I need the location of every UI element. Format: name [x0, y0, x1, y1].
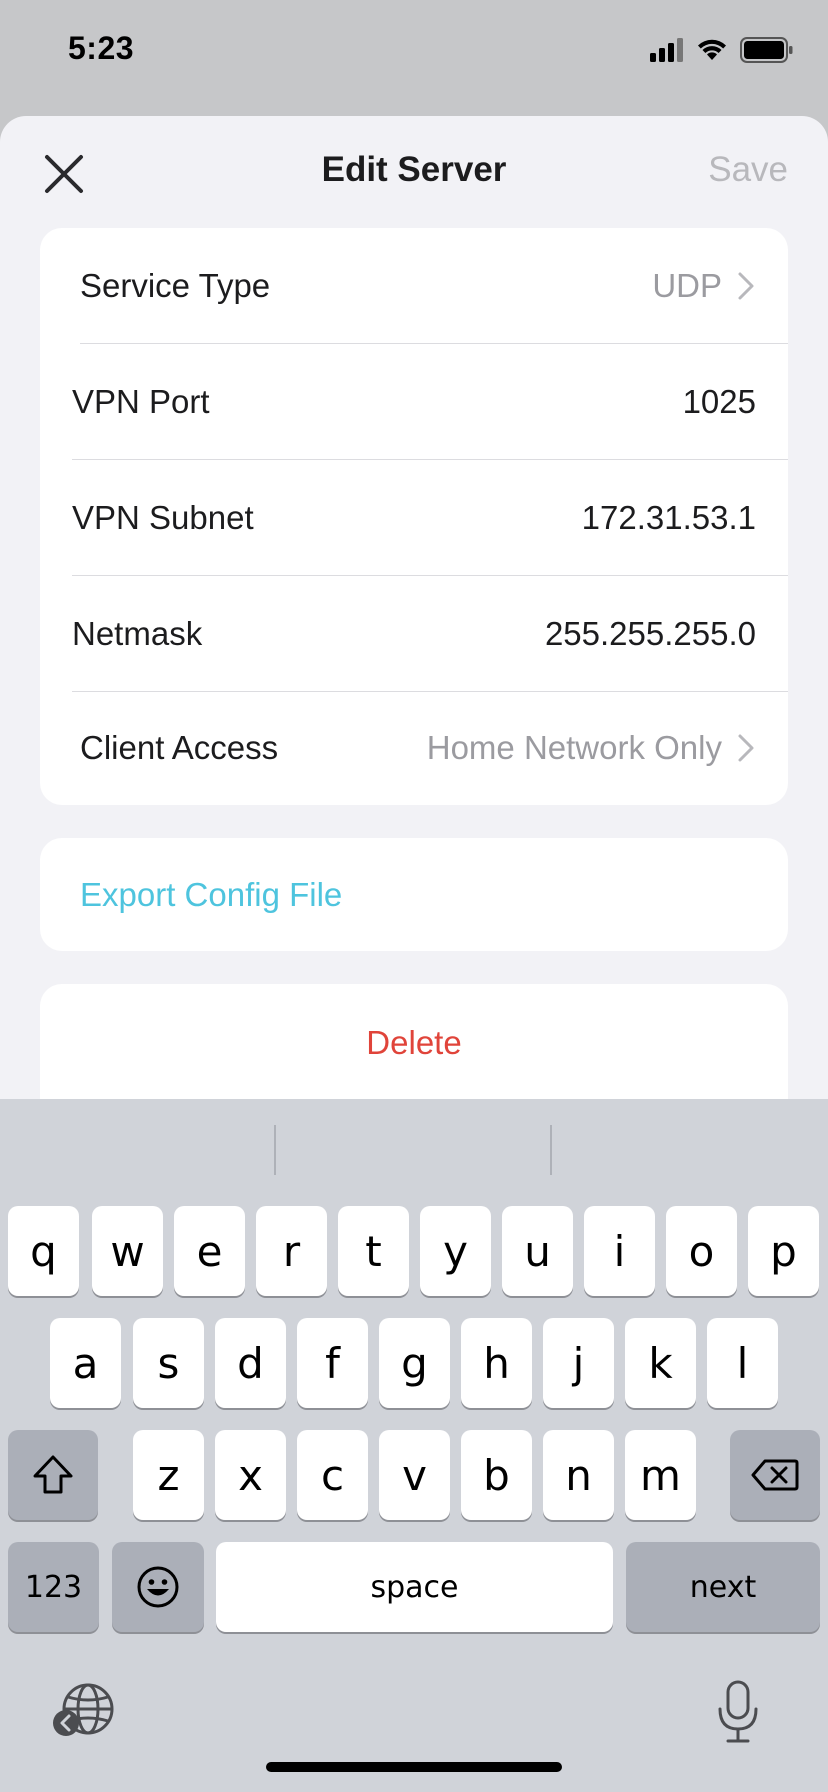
netmask-value[interactable]: 255.255.255.0	[545, 615, 756, 653]
netmask-label: Netmask	[72, 614, 203, 652]
shift-key[interactable]	[8, 1430, 98, 1520]
netmask-row[interactable]: Netmask 255.255.255.0	[40, 576, 788, 691]
key-c[interactable]: c	[297, 1430, 368, 1520]
vpn-port-label: VPN Port	[72, 382, 210, 420]
key-x[interactable]: x	[215, 1430, 286, 1520]
key-u[interactable]: u	[502, 1206, 573, 1296]
microphone-icon	[718, 1680, 758, 1743]
suggestion-divider	[550, 1125, 552, 1175]
delete-button[interactable]: Delete	[40, 984, 788, 1116]
client-access-label: Client Access	[80, 728, 279, 766]
key-t[interactable]: t	[338, 1206, 409, 1296]
service-type-label: Service Type	[80, 266, 271, 304]
key-y[interactable]: y	[420, 1206, 491, 1296]
next-key[interactable]: next	[626, 1542, 820, 1632]
suggestion-divider	[274, 1125, 276, 1175]
save-button[interactable]: Save	[708, 150, 788, 190]
key-k[interactable]: k	[625, 1318, 696, 1408]
vpn-subnet-label: VPN Subnet	[72, 498, 254, 536]
key-j[interactable]: j	[543, 1318, 614, 1408]
server-settings-card: Service Type UDP VPN Port 1025 VPN Subne…	[40, 228, 788, 805]
key-h[interactable]: h	[461, 1318, 532, 1408]
key-d[interactable]: d	[215, 1318, 286, 1408]
emoji-icon	[137, 1566, 179, 1608]
key-n[interactable]: n	[543, 1430, 614, 1520]
vpn-port-row[interactable]: VPN Port 1025	[40, 344, 788, 459]
delete-icon	[751, 1459, 799, 1491]
key-f[interactable]: f	[297, 1318, 368, 1408]
key-e[interactable]: e	[174, 1206, 245, 1296]
key-o[interactable]: o	[666, 1206, 737, 1296]
key-v[interactable]: v	[379, 1430, 450, 1520]
space-key[interactable]: space	[216, 1542, 613, 1632]
status-time: 5:23	[68, 30, 135, 66]
key-r[interactable]: r	[256, 1206, 327, 1296]
emoji-key[interactable]	[112, 1542, 204, 1632]
edit-server-sheet: Edit Server Save Service Type UDP VPN Po…	[0, 116, 828, 1116]
wifi-icon	[698, 39, 726, 60]
key-a[interactable]: a	[50, 1318, 121, 1408]
delete-label: Delete	[366, 1024, 462, 1061]
home-indicator[interactable]	[266, 1762, 562, 1772]
page-title: Edit Server	[321, 150, 507, 189]
key-s[interactable]: s	[133, 1318, 204, 1408]
key-g[interactable]: g	[379, 1318, 450, 1408]
navigation-bar: Edit Server Save	[0, 116, 828, 226]
globe-icon	[53, 1683, 114, 1736]
battery-icon	[740, 37, 793, 63]
chevron-right-icon	[738, 272, 754, 299]
backspace-key[interactable]	[730, 1430, 820, 1520]
status-bar: 5:23	[0, 0, 828, 110]
client-access-value: Home Network Only	[426, 728, 722, 766]
service-type-value: UDP	[652, 266, 722, 304]
key-b[interactable]: b	[461, 1430, 532, 1520]
key-i[interactable]: i	[584, 1206, 655, 1296]
key-m[interactable]: m	[625, 1430, 696, 1520]
key-w[interactable]: w	[92, 1206, 163, 1296]
cellular-signal-icon	[650, 38, 683, 62]
service-type-row[interactable]: Service Type UDP	[40, 228, 788, 343]
globe-button[interactable]	[52, 1681, 118, 1743]
client-access-row[interactable]: Client Access Home Network Only	[40, 690, 788, 805]
status-icons	[650, 34, 794, 66]
chevron-right-icon	[738, 734, 754, 761]
numbers-key[interactable]: 123	[8, 1542, 99, 1632]
key-l[interactable]: l	[707, 1318, 778, 1408]
shift-icon	[33, 1455, 73, 1494]
vpn-subnet-row[interactable]: VPN Subnet 172.31.53.1	[40, 460, 788, 575]
export-config-button[interactable]: Export Config File	[40, 838, 788, 951]
vpn-subnet-value[interactable]: 172.31.53.1	[582, 499, 756, 537]
keyboard: q w e r t y u i o p a s d f g h j k l z …	[0, 1099, 828, 1792]
vpn-port-value[interactable]: 1025	[683, 383, 756, 421]
key-z[interactable]: z	[133, 1430, 204, 1520]
export-config-label: Export Config File	[80, 876, 343, 913]
key-q[interactable]: q	[8, 1206, 79, 1296]
key-p[interactable]: p	[748, 1206, 819, 1296]
dictation-button[interactable]	[714, 1679, 762, 1745]
